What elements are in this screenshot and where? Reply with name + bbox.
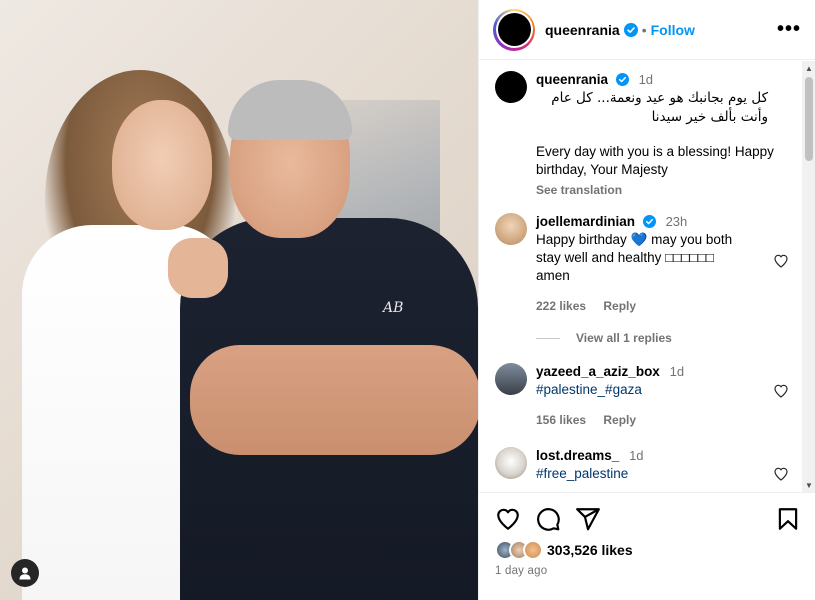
user-tag-button[interactable] [11, 559, 39, 587]
comments-list[interactable]: queenrania 1d كل يوم بجانبك هو عيد ونعمة… [479, 61, 815, 493]
caption-time: 1d [638, 72, 654, 87]
comment-username[interactable]: joellemardinian [536, 214, 635, 229]
scroll-down-arrow-icon[interactable]: ▼ [805, 481, 813, 490]
comment-username[interactable]: yazeed_a_aziz_box [536, 364, 660, 379]
view-replies-link[interactable]: View all 1 replies [536, 331, 672, 345]
post-header: queenrania • Follow ••• [479, 0, 815, 60]
scroll-up-arrow-icon[interactable]: ▲ [805, 64, 813, 73]
photo-woman-face [112, 100, 212, 230]
scrollbar-thumb[interactable] [805, 77, 813, 161]
photo-man-arms [190, 345, 478, 455]
verified-badge-icon [615, 73, 629, 86]
comment-text: Happy birthday 💙 may you both stay well … [536, 232, 733, 283]
author-username[interactable]: queenrania [545, 22, 620, 38]
verified-badge-icon [642, 215, 656, 228]
reply-button[interactable]: Reply [603, 413, 636, 427]
verified-badge-icon [623, 22, 638, 37]
view-replies-label[interactable]: View all 1 replies [576, 331, 672, 345]
caption-english-text: Every day with you is a blessing! Happy … [536, 144, 774, 177]
comments-scrollbar[interactable]: ▲ ▼ [802, 61, 815, 492]
follow-button[interactable]: Follow [651, 22, 695, 38]
heart-icon[interactable] [773, 466, 789, 482]
caption-avatar[interactable] [495, 71, 527, 103]
photo-woman-hand [168, 238, 228, 298]
more-options-icon[interactable]: ••• [777, 18, 801, 41]
replies-divider [536, 337, 560, 339]
header-separator: • [641, 21, 647, 38]
comment-likes[interactable]: 156 likes [536, 413, 586, 427]
heart-icon[interactable] [773, 253, 789, 269]
reply-button[interactable]: Reply [603, 299, 636, 313]
likes-row[interactable]: 303,526 likes [495, 540, 633, 560]
comment-likes[interactable]: 222 likes [536, 299, 586, 313]
caption-username[interactable]: queenrania [536, 72, 608, 87]
likes-count[interactable]: 303,526 likes [547, 542, 633, 558]
post-side-panel: queenrania • Follow ••• queenrania 1d كل… [478, 0, 815, 600]
comment-avatar[interactable] [495, 213, 527, 245]
comment-username[interactable]: lost.dreams_ [536, 448, 619, 463]
comment-time: 23h [665, 214, 688, 229]
user-tag-icon [19, 567, 31, 580]
shirt-logo: AB [383, 300, 404, 316]
bookmark-icon[interactable] [775, 506, 801, 532]
share-icon[interactable] [575, 506, 601, 532]
photo-man-hair [228, 80, 352, 140]
heart-icon[interactable] [773, 383, 789, 399]
comment-avatar[interactable] [495, 447, 527, 479]
comment-meta: 156 likes Reply [536, 411, 786, 429]
post-time[interactable]: 1 day ago [495, 565, 547, 577]
comment-time: 1d [629, 448, 644, 463]
see-translation-link[interactable]: See translation [536, 181, 786, 199]
comment-meta: 222 likes Reply [536, 297, 786, 315]
comment-hashtag[interactable]: #free_palestine [536, 465, 786, 483]
action-bar [495, 506, 801, 534]
heart-icon[interactable] [495, 506, 521, 532]
comment-icon[interactable] [535, 506, 561, 532]
caption-arabic-text: كل يوم بجانبك هو عيد ونعمة... كل عام وأن… [551, 90, 768, 125]
comment-time: 1d [669, 364, 685, 379]
author-avatar[interactable] [493, 8, 535, 51]
post-photo[interactable]: AB [0, 0, 478, 600]
comment-avatar[interactable] [495, 363, 527, 395]
liker-avatar [523, 540, 543, 560]
comment-hashtag[interactable]: #palestine_#gaza [536, 381, 786, 399]
